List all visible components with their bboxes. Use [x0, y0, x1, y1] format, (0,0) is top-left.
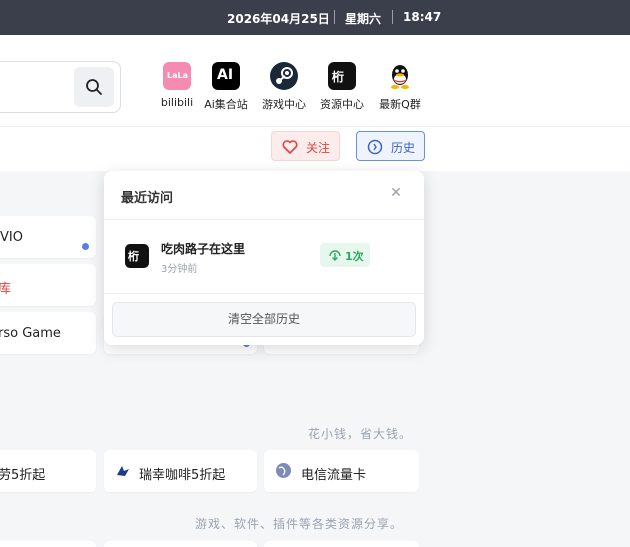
divider [392, 10, 393, 24]
divider [104, 293, 424, 294]
card-label: 瑞幸咖啡5折起 [139, 468, 226, 483]
ai-icon: AI [212, 62, 240, 90]
app-label: 资源中心 [320, 98, 364, 111]
follow-label: 关注 [306, 141, 331, 155]
list-item[interactable] [0, 541, 96, 547]
divider [334, 10, 335, 24]
history-label: 历史 [391, 141, 416, 155]
close-icon[interactable]: ✕ [389, 186, 403, 200]
clear-history-button[interactable]: 清空全部历史 [112, 302, 416, 337]
history-icon [367, 139, 383, 155]
list-item[interactable]: 劳5折起 [0, 450, 96, 492]
download-icon [329, 250, 341, 261]
list-item[interactable] [104, 541, 257, 547]
site-icon: 桁 [125, 244, 149, 268]
slogan-text: 花小钱，省大钱。 [308, 427, 413, 441]
app-ai[interactable]: AI Ai集合站 [196, 62, 256, 112]
recent-item-name: 吃肉路子在这里 [161, 242, 246, 256]
resource-icon: 桁 [328, 62, 356, 90]
list-item[interactable]: 库 [0, 264, 96, 306]
card-label: VIO [0, 230, 23, 245]
follow-button[interactable]: 关注 [271, 131, 340, 161]
date-text: 2026年04月25日 [227, 12, 330, 26]
app-resource-center[interactable]: 桁 资源中心 [312, 62, 372, 112]
luckin-icon [117, 466, 129, 476]
time-text: 18:47 [403, 10, 442, 24]
visit-count-badge: 1次 [320, 243, 370, 267]
header: LaLa bilibili AI Ai集合站 游戏中心 桁 资源中心 最新Q群 [0, 35, 630, 127]
list-item[interactable]: VIO [0, 216, 96, 258]
list-item[interactable] [264, 541, 419, 547]
top-status-bar: 2026年04月25日 星期六 18:47 [0, 0, 630, 35]
recent-item[interactable]: 桁 吃肉路子在这里 3分钟前 1次 [104, 220, 424, 292]
search-icon [86, 79, 102, 95]
visit-count: 1次 [345, 250, 364, 263]
search-button[interactable] [74, 67, 114, 107]
app-label: 最新Q群 [379, 98, 421, 111]
recent-item-time: 3分钟前 [161, 264, 198, 275]
steam-icon [270, 62, 298, 90]
heart-icon [282, 140, 298, 154]
slogan-text: 游戏、软件、插件等各类资源分享。 [195, 517, 404, 531]
popup-title: 最近访问 [121, 191, 174, 206]
list-item[interactable]: rso Game [0, 312, 96, 354]
app-label: Ai集合站 [204, 98, 248, 111]
weekday-text: 星期六 [345, 12, 382, 26]
history-popup: 最近访问 ✕ 桁 吃肉路子在这里 3分钟前 1次 清空全部历史 [104, 171, 424, 345]
bilibili-icon: LaLa [163, 62, 191, 90]
qq-icon [386, 62, 414, 90]
app-label: 游戏中心 [262, 98, 306, 111]
globe-icon [276, 463, 291, 478]
list-item[interactable]: 瑞幸咖啡5折起 [104, 450, 257, 492]
card-label: 库 [0, 282, 12, 297]
card-label: rso Game [0, 326, 61, 341]
card-label: 电信流量卡 [301, 468, 367, 483]
list-item[interactable]: 电信流量卡 [264, 450, 419, 492]
card-label: 劳5折起 [0, 468, 46, 483]
history-button[interactable]: 历史 [356, 131, 425, 161]
app-game-center[interactable]: 游戏中心 [254, 62, 314, 112]
status-dot [82, 243, 89, 250]
app-qq-group[interactable]: 最新Q群 [370, 62, 430, 112]
